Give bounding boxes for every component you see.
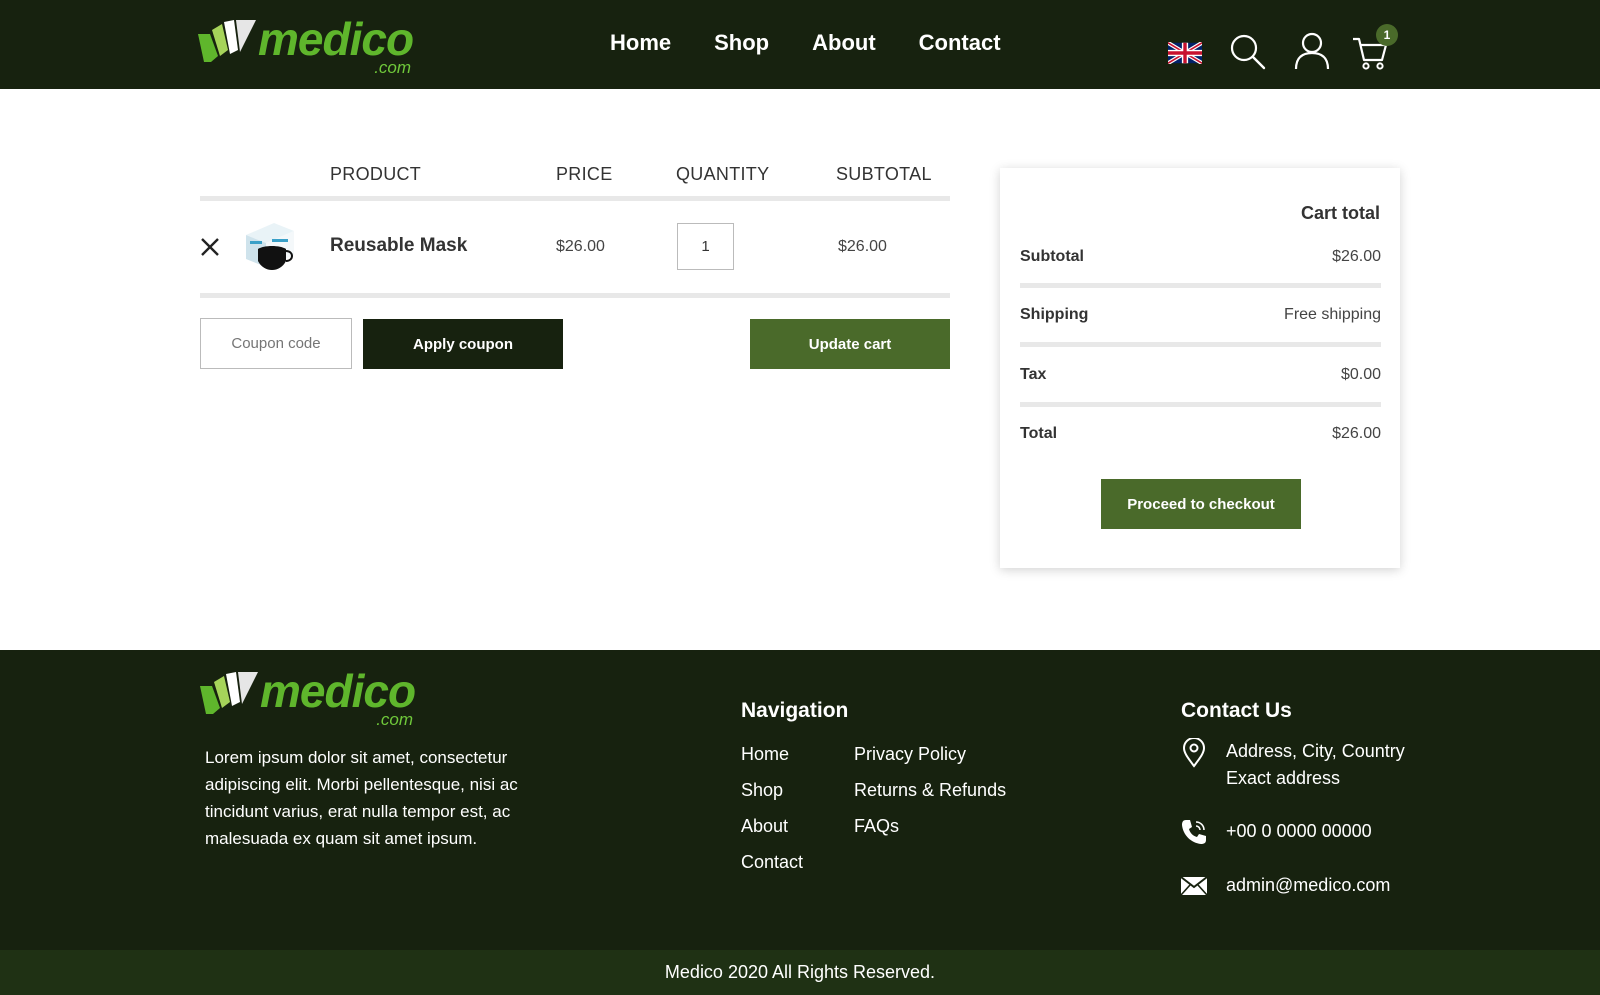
logo-suffix: .com <box>376 710 414 729</box>
total-row-label: Shipping <box>1020 306 1089 323</box>
col-quantity: QUANTITY <box>676 164 770 184</box>
cart-count-badge: 1 <box>1376 24 1398 46</box>
logo-mark-icon <box>200 672 258 714</box>
coupon-code-input[interactable] <box>200 318 352 369</box>
uk-flag-icon[interactable] <box>1168 42 1202 64</box>
address-line-1: Address, City, Country <box>1226 741 1405 761</box>
footer-link-returns[interactable]: Returns & Refunds <box>854 778 1006 814</box>
footer-link-home[interactable]: Home <box>741 742 803 778</box>
contact-address: Address, City, Country Exact address <box>1180 738 1405 792</box>
divider <box>200 293 950 298</box>
phone-text[interactable]: +00 0 0000 00000 <box>1226 818 1372 846</box>
site-logo[interactable]: medico .com <box>198 13 414 77</box>
logo-wordmark: medico .com <box>258 13 414 77</box>
total-row-value: $26.00 <box>1332 248 1381 265</box>
footer-nav-col-2: Privacy Policy Returns & Refunds FAQs <box>854 742 1006 850</box>
remove-item-icon[interactable] <box>200 237 220 257</box>
user-icon[interactable] <box>1294 32 1330 70</box>
cart-total-title: Cart total <box>1300 203 1380 223</box>
nav-contact[interactable]: Contact <box>919 30 1001 56</box>
footer-nav-title: Navigation <box>741 699 849 722</box>
total-row-label: Subtotal <box>1020 248 1084 265</box>
footer-nav-col-1: Home Shop About Contact <box>741 742 803 886</box>
product-subtotal: $26.00 <box>838 238 887 255</box>
divider <box>1020 283 1381 288</box>
site-footer: medico .com Lorem ipsum dolor sit amet, c… <box>0 650 1600 950</box>
footer-contact-title: Contact Us <box>1181 699 1292 722</box>
address-line-2: Exact address <box>1226 768 1341 788</box>
copyright-bar: Medico 2020 All Rights Reserved. <box>0 950 1600 995</box>
cart-table: PRODUCT PRICE QUANTITY SUBTOTAL Reusable… <box>200 160 950 388</box>
table-row: Reusable Mask $26.00 $26.00 <box>200 201 950 293</box>
total-row-value: $26.00 <box>1332 425 1381 442</box>
divider <box>1020 402 1381 407</box>
location-pin-icon <box>1182 738 1206 768</box>
total-row-label: Total <box>1020 425 1058 442</box>
contact-phone: +00 0 0000 00000 <box>1180 818 1372 846</box>
envelope-icon <box>1180 876 1208 896</box>
logo-suffix: .com <box>374 58 412 77</box>
total-row-value: $0.00 <box>1340 366 1381 383</box>
logo-mark-icon <box>198 20 256 62</box>
nav-home[interactable]: Home <box>610 30 671 56</box>
col-product: PRODUCT <box>330 164 422 184</box>
phone-icon <box>1182 820 1206 844</box>
product-name[interactable]: Reusable Mask <box>330 235 467 257</box>
product-price: $26.00 <box>556 238 605 255</box>
footer-link-about[interactable]: About <box>741 814 803 850</box>
proceed-to-checkout-button[interactable]: Proceed to checkout <box>1101 479 1301 529</box>
site-header: medico .com Home Shop About Contact 1 <box>0 0 1600 89</box>
cart-total-panel: Cart total Subtotal $26.00 Shipping Free… <box>1000 168 1400 568</box>
address-text: Address, City, Country Exact address <box>1226 738 1405 792</box>
search-icon[interactable] <box>1230 34 1266 70</box>
cart-table-header: PRODUCT PRICE QUANTITY SUBTOTAL <box>200 160 950 196</box>
email-text[interactable]: admin@medico.com <box>1226 872 1390 899</box>
quantity-input[interactable] <box>677 223 734 270</box>
total-row-value: Free shipping <box>1284 306 1381 323</box>
nav-about[interactable]: About <box>812 30 876 56</box>
col-price: PRICE <box>556 164 613 184</box>
product-thumbnail[interactable] <box>242 219 298 275</box>
footer-about-text: Lorem ipsum dolor sit amet, consectetur … <box>205 748 518 848</box>
apply-coupon-button[interactable]: Apply coupon <box>363 319 563 369</box>
footer-link-shop[interactable]: Shop <box>741 778 803 814</box>
footer-link-faqs[interactable]: FAQs <box>854 814 1006 850</box>
col-subtotal: SUBTOTAL <box>836 164 932 184</box>
cart-actions: Apply coupon Update cart <box>200 318 950 388</box>
total-row-label: Tax <box>1020 366 1047 383</box>
nav-shop[interactable]: Shop <box>714 30 769 56</box>
footer-logo[interactable]: medico .com <box>200 665 416 729</box>
logo-wordmark: medico .com <box>260 665 416 729</box>
update-cart-button[interactable]: Update cart <box>750 319 950 369</box>
footer-link-contact[interactable]: Contact <box>741 850 803 886</box>
contact-email: admin@medico.com <box>1180 872 1390 899</box>
main-nav: Home Shop About Contact <box>610 30 1001 56</box>
divider <box>1020 342 1381 347</box>
footer-link-privacy[interactable]: Privacy Policy <box>854 742 1006 778</box>
header-icons: 1 <box>1168 24 1398 72</box>
